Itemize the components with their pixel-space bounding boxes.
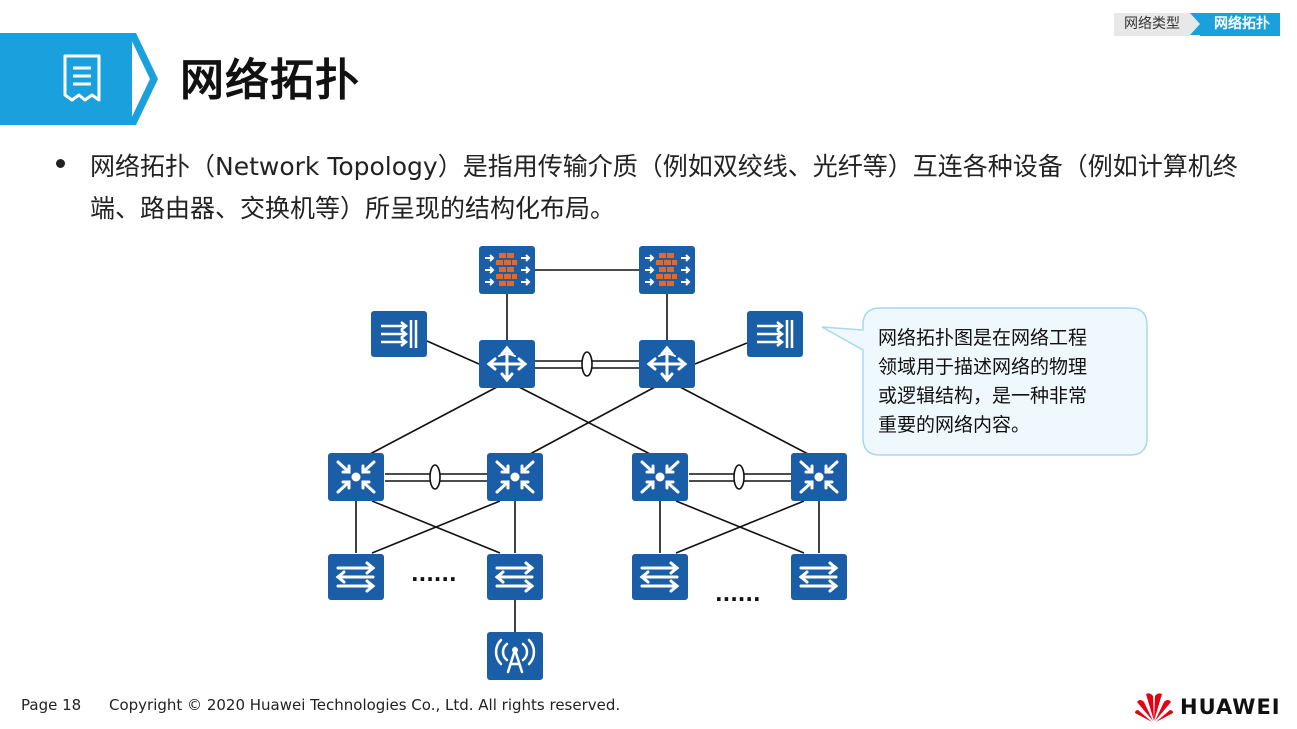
wireless-ap-icon — [485, 630, 545, 682]
access-switch-icon — [326, 552, 386, 602]
ellipsis-right: ...... — [715, 582, 761, 606]
aggregation-switch-icon — [789, 451, 849, 503]
core-router-icon — [637, 338, 697, 390]
callout-line: 领域用于描述网络的物理 — [878, 356, 1088, 378]
access-switch-icon — [485, 552, 545, 602]
server-icon — [369, 309, 429, 359]
firewall-icon — [478, 245, 536, 295]
aggregation-switch-icon — [326, 451, 386, 503]
callout-line: 网络拓扑图是在网络工程 — [878, 327, 1088, 349]
huawei-logo-icon — [1135, 693, 1173, 722]
server-icon — [745, 309, 805, 359]
access-switch-icon — [789, 552, 849, 602]
aggregation-switch-icon — [485, 451, 545, 503]
firewall-icon — [638, 245, 696, 295]
huawei-logo-text: HUAWEI — [1180, 695, 1281, 719]
aggregation-switch-icon — [630, 451, 690, 503]
access-switch-icon — [630, 552, 690, 602]
callout-line: 或逻辑结构，是一种非常 — [878, 385, 1088, 407]
core-router-icon — [477, 338, 537, 390]
page-number: Page 18 — [21, 696, 82, 714]
callout-text: 网络拓扑图是在网络工程 领域用于描述网络的物理 或逻辑结构，是一种非常 重要的网… — [878, 324, 1130, 440]
copyright: Copyright © 2020 Huawei Technologies Co.… — [109, 696, 621, 714]
callout-line: 重要的网络内容。 — [878, 414, 1031, 436]
ellipsis-left: ...... — [411, 562, 457, 586]
